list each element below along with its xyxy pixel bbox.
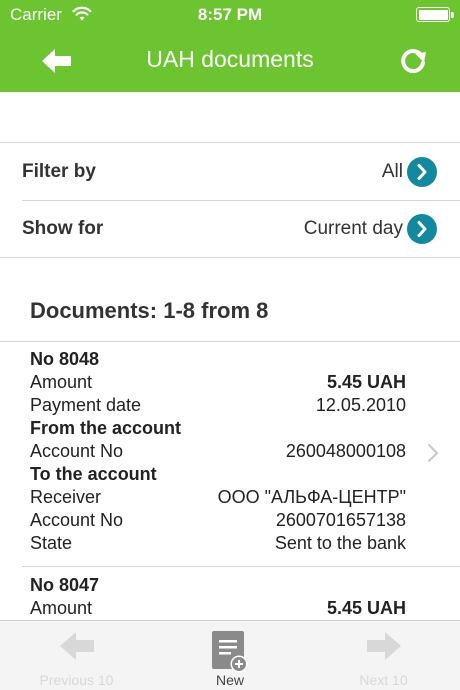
from-account-row: Account No 260048000108 — [30, 441, 406, 461]
new-document-icon — [212, 631, 248, 673]
previous-10-button[interactable]: Previous 10 — [0, 621, 153, 690]
document-amount-row: Amount 5.45 UAH — [30, 598, 406, 618]
document-item[interactable]: No 8048 Amount 5.45 UAH Payment date 12.05… — [0, 341, 460, 566]
document-amount: 5.45 UAH — [326, 598, 406, 618]
refresh-icon[interactable] — [396, 44, 430, 78]
document-date-row: Payment date 12.05.2010 — [30, 395, 406, 415]
tab-bar: Previous 10 New Next 10 — [0, 620, 460, 690]
document-amount-row: Amount 5.45 UAH — [30, 372, 406, 392]
document-number: No 8048 — [30, 349, 100, 369]
document-state: Sent to the bank — [274, 533, 406, 553]
to-account-header: To the account — [30, 464, 157, 484]
previous-10-label: Previous 10 — [39, 672, 114, 688]
arrow-left-icon — [59, 632, 94, 660]
nav-bar: UAH documents — [0, 30, 460, 92]
show-for-value: Current day — [303, 218, 403, 239]
receiver-row: Receiver ООО "АЛЬФА-ЦЕНТР" — [30, 487, 406, 507]
clock: 8:57 PM — [197, 5, 263, 24]
filter-by-value: All — [381, 161, 403, 182]
new-label: New — [215, 672, 244, 688]
chevron-right-icon[interactable] — [407, 157, 437, 187]
next-10-label: Next 10 — [359, 672, 408, 688]
document-date: 12.05.2010 — [315, 395, 406, 415]
from-account-number: 260048000108 — [285, 441, 406, 461]
top-spacer — [0, 92, 460, 142]
state-row: State Sent to the bank — [30, 533, 406, 553]
new-document-button[interactable]: New — [153, 621, 307, 690]
document-amount: 5.45 UAH — [326, 372, 406, 392]
to-account-row: Account No 2600701657138 — [30, 510, 406, 530]
chevron-right-icon[interactable] — [426, 442, 440, 464]
status-bar: Carrier 8:57 PM — [0, 0, 460, 30]
page-title: UAH documents — [146, 46, 314, 72]
chevron-right-icon[interactable] — [407, 214, 437, 244]
from-account-header: From the account — [30, 418, 182, 438]
divider — [0, 257, 460, 258]
next-10-button[interactable]: Next 10 — [307, 621, 460, 690]
to-account-number: 2600701657138 — [275, 510, 406, 530]
filter-by-label: Filter by — [22, 161, 96, 182]
document-item[interactable]: No 8047 Amount 5.45 UAH — [0, 566, 460, 620]
show-for-label: Show for — [22, 218, 104, 239]
show-for-row[interactable]: Show for Current day — [0, 200, 460, 257]
arrow-right-icon — [366, 632, 401, 660]
battery-icon — [416, 7, 454, 22]
receiver-name: ООО "АЛЬФА-ЦЕНТР" — [217, 487, 406, 507]
filter-by-row[interactable]: Filter by All — [0, 143, 460, 200]
documents-count-title: Documents: 1-8 from 8 — [30, 298, 269, 323]
document-number: No 8047 — [30, 575, 100, 595]
